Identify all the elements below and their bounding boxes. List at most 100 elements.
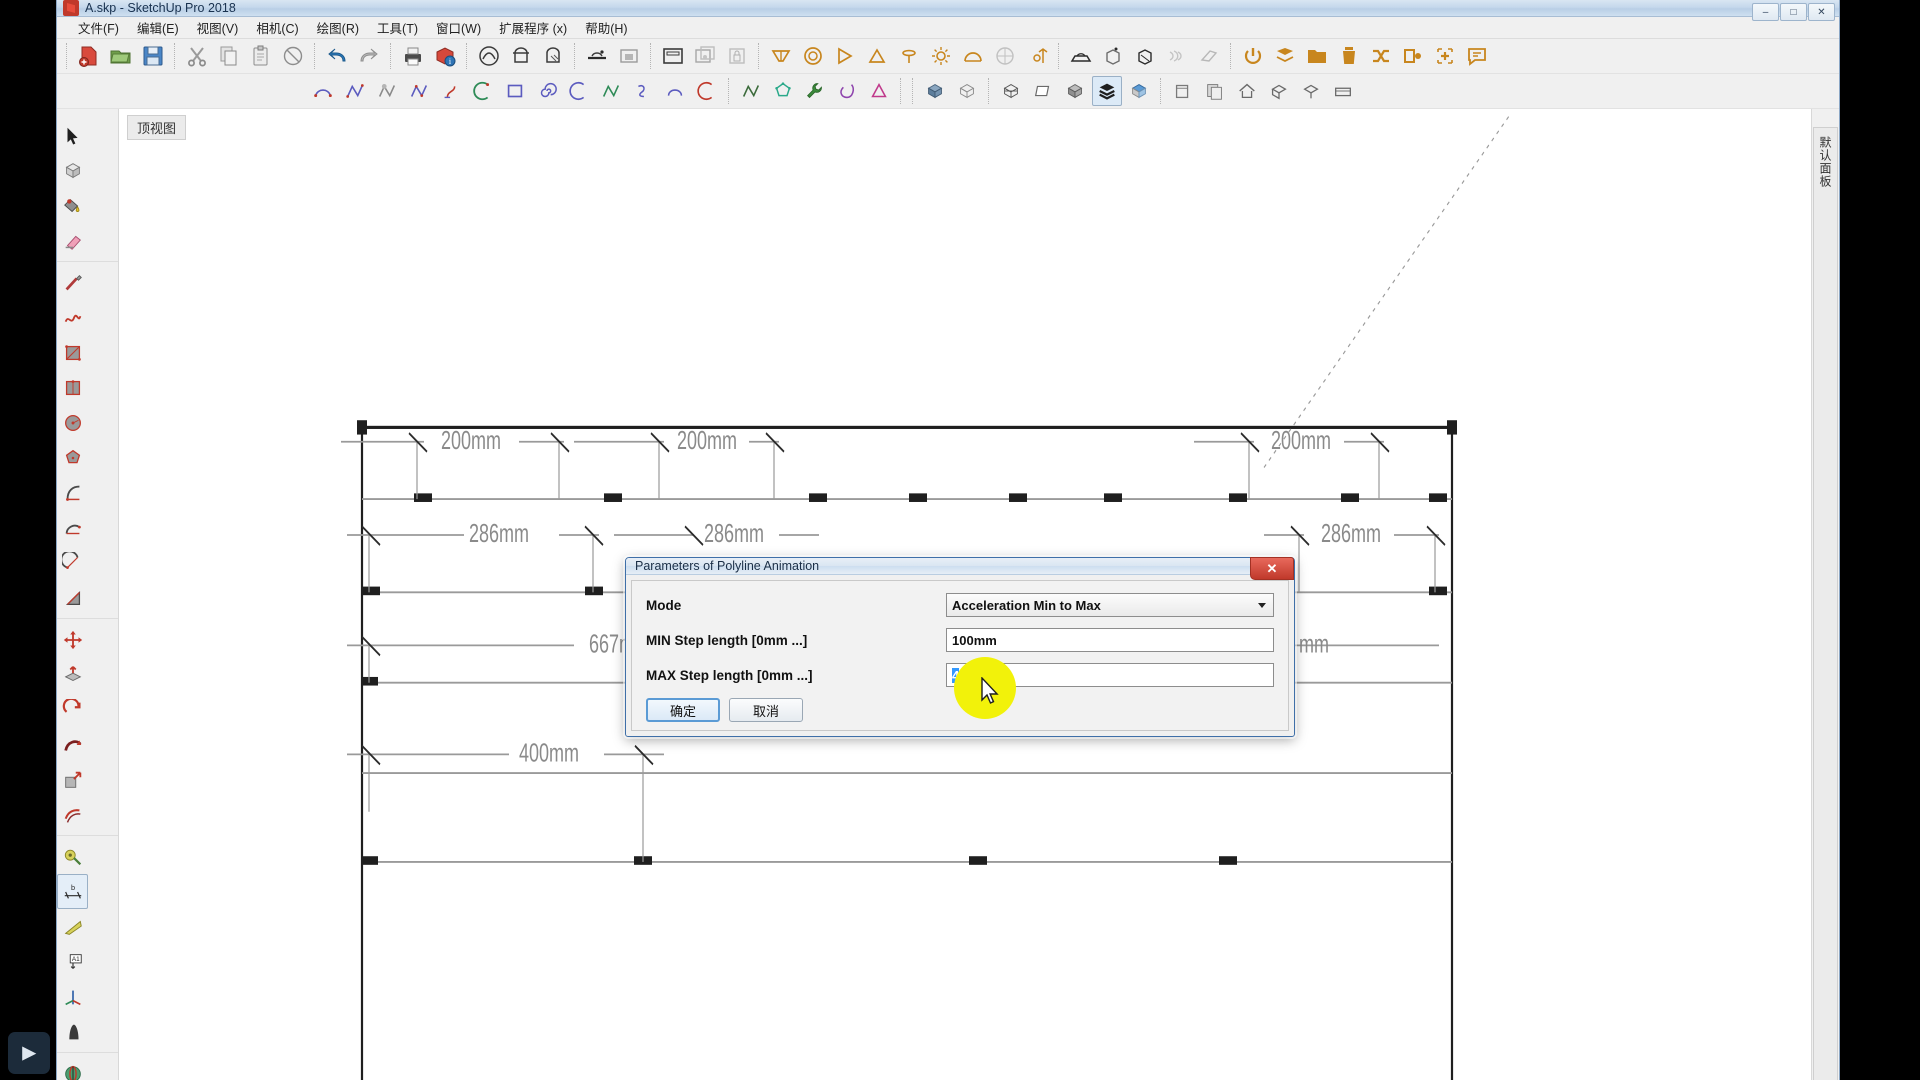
menu-draw[interactable]: 绘图(R): [308, 16, 368, 39]
iso-view-icon[interactable]: [862, 41, 892, 71]
box-arrow-icon[interactable]: [1296, 76, 1326, 106]
box-up-icon[interactable]: [1264, 76, 1294, 106]
mode-select[interactable]: Acceleration Min to Max: [946, 593, 1274, 617]
polyline-points-icon[interactable]: [404, 76, 434, 106]
text-tool[interactable]: A1: [57, 944, 88, 979]
trash-icon[interactable]: [1334, 41, 1364, 71]
min-step-length-input[interactable]: 100mm: [946, 628, 1274, 652]
make-component-icon[interactable]: [474, 41, 504, 71]
home-icon[interactable]: [1232, 76, 1262, 106]
sandbox-from-scratch-icon[interactable]: [1022, 41, 1052, 71]
pie-tool[interactable]: [57, 580, 88, 615]
layer-box-icon[interactable]: [1168, 76, 1198, 106]
hidden-line-icon[interactable]: [996, 76, 1026, 106]
menu-view[interactable]: 视图(V): [188, 16, 248, 39]
two-point-arc-tool[interactable]: [57, 510, 88, 545]
add-scene-icon[interactable]: [1430, 41, 1460, 71]
wrench-tool-icon[interactable]: [800, 76, 830, 106]
drape-icon[interactable]: [1130, 41, 1160, 71]
spiral-icon[interactable]: [532, 76, 562, 106]
redo-arrow-icon[interactable]: [354, 41, 384, 71]
folder-open-icon[interactable]: [1302, 41, 1332, 71]
sandbox-from-contours-icon[interactable]: [990, 41, 1020, 71]
window-front-icon[interactable]: [658, 41, 688, 71]
arc-red-icon[interactable]: [692, 76, 722, 106]
zigzag-green-icon[interactable]: [596, 76, 626, 106]
polygon-nodes-icon[interactable]: [768, 76, 798, 106]
soften-edges-icon[interactable]: [1194, 41, 1224, 71]
perspective-icon[interactable]: [766, 41, 796, 71]
close-button[interactable]: ✕: [1808, 3, 1835, 21]
rotated-rectangle-tool[interactable]: [57, 370, 88, 405]
polyline-zigzag-icon[interactable]: [340, 76, 370, 106]
blank-face-icon[interactable]: [1028, 76, 1058, 106]
fog-icon[interactable]: [926, 41, 956, 71]
monochrome-icon[interactable]: [1124, 76, 1154, 106]
print-icon[interactable]: [398, 41, 428, 71]
rectangle-tool[interactable]: [57, 335, 88, 370]
paint-bucket-sample-icon[interactable]: [538, 41, 568, 71]
circle-tool[interactable]: [57, 405, 88, 440]
make-component-tool[interactable]: [57, 153, 88, 188]
menu-extensions[interactable]: 扩展程序 (x): [490, 16, 576, 39]
triangle-curve-icon[interactable]: [864, 76, 894, 106]
eraser-tool[interactable]: [57, 223, 88, 258]
followme-tool[interactable]: [57, 727, 88, 762]
bump-curve-icon[interactable]: [660, 76, 690, 106]
export-icon[interactable]: [1398, 41, 1428, 71]
menu-edit[interactable]: 编辑(E): [128, 16, 188, 39]
cancel-button[interactable]: 取消: [729, 698, 803, 722]
menu-file[interactable]: 文件(F): [69, 16, 128, 39]
arc-segment-icon[interactable]: [564, 76, 594, 106]
orbit-tool[interactable]: [57, 1056, 88, 1080]
three-d-text-tool[interactable]: [57, 1014, 88, 1049]
dimension-tool[interactable]: b: [57, 874, 88, 909]
move-tool[interactable]: [57, 622, 88, 657]
spline-icon[interactable]: [436, 76, 466, 106]
shuffle-icon[interactable]: [1366, 41, 1396, 71]
layer-stack-icon[interactable]: [1200, 76, 1230, 106]
window-lock-icon[interactable]: [722, 41, 752, 71]
open-folder-icon[interactable]: [106, 41, 136, 71]
line-tool[interactable]: [57, 265, 88, 300]
protractor-tool[interactable]: [57, 909, 88, 944]
menu-window[interactable]: 窗口(W): [427, 16, 490, 39]
polyline-smooth-icon[interactable]: [372, 76, 402, 106]
power-toggle-icon[interactable]: [1238, 41, 1268, 71]
axes-tool[interactable]: [57, 979, 88, 1014]
wireframe-shade-icon[interactable]: [952, 76, 982, 106]
style-icon[interactable]: [958, 41, 988, 71]
undo-arrow-icon[interactable]: [322, 41, 352, 71]
new-document-icon[interactable]: [74, 41, 104, 71]
flow-lines-icon[interactable]: [1162, 41, 1192, 71]
front-view-icon[interactable]: [830, 41, 860, 71]
section-display-icon[interactable]: [614, 41, 644, 71]
comment-icon[interactable]: [1462, 41, 1492, 71]
three-point-arc-tool[interactable]: [57, 545, 88, 580]
section-plane-icon[interactable]: [582, 41, 612, 71]
hook-curve-icon[interactable]: [628, 76, 658, 106]
paint-bucket-icon[interactable]: [506, 41, 536, 71]
paste-icon[interactable]: [246, 41, 276, 71]
rotate-tool[interactable]: [57, 692, 88, 727]
shadow-settings-icon[interactable]: [894, 41, 924, 71]
freehand-tool[interactable]: [57, 300, 88, 335]
vertex-edit-icon[interactable]: [736, 76, 766, 106]
arc-tool[interactable]: [57, 475, 88, 510]
tape-measure-tool[interactable]: [57, 839, 88, 874]
box-flat-icon[interactable]: [1328, 76, 1358, 106]
ok-button[interactable]: 确定: [646, 698, 720, 722]
minimize-button[interactable]: –: [1752, 3, 1779, 21]
polygon-tool[interactable]: [57, 440, 88, 475]
stamp-icon[interactable]: [1098, 41, 1128, 71]
arc-curve-icon[interactable]: [308, 76, 338, 106]
shaded-icon[interactable]: [1060, 76, 1090, 106]
max-step-length-input[interactable]: 4 00mm: [946, 663, 1274, 687]
menu-help[interactable]: 帮助(H): [576, 16, 636, 39]
pushpull-tool[interactable]: [57, 657, 88, 692]
erase-circle-icon[interactable]: [278, 41, 308, 71]
menu-tools[interactable]: 工具(T): [368, 16, 427, 39]
menu-camera[interactable]: 相机(C): [247, 16, 307, 39]
green-arc-icon[interactable]: [468, 76, 498, 106]
solid-shade-icon[interactable]: [920, 76, 950, 106]
